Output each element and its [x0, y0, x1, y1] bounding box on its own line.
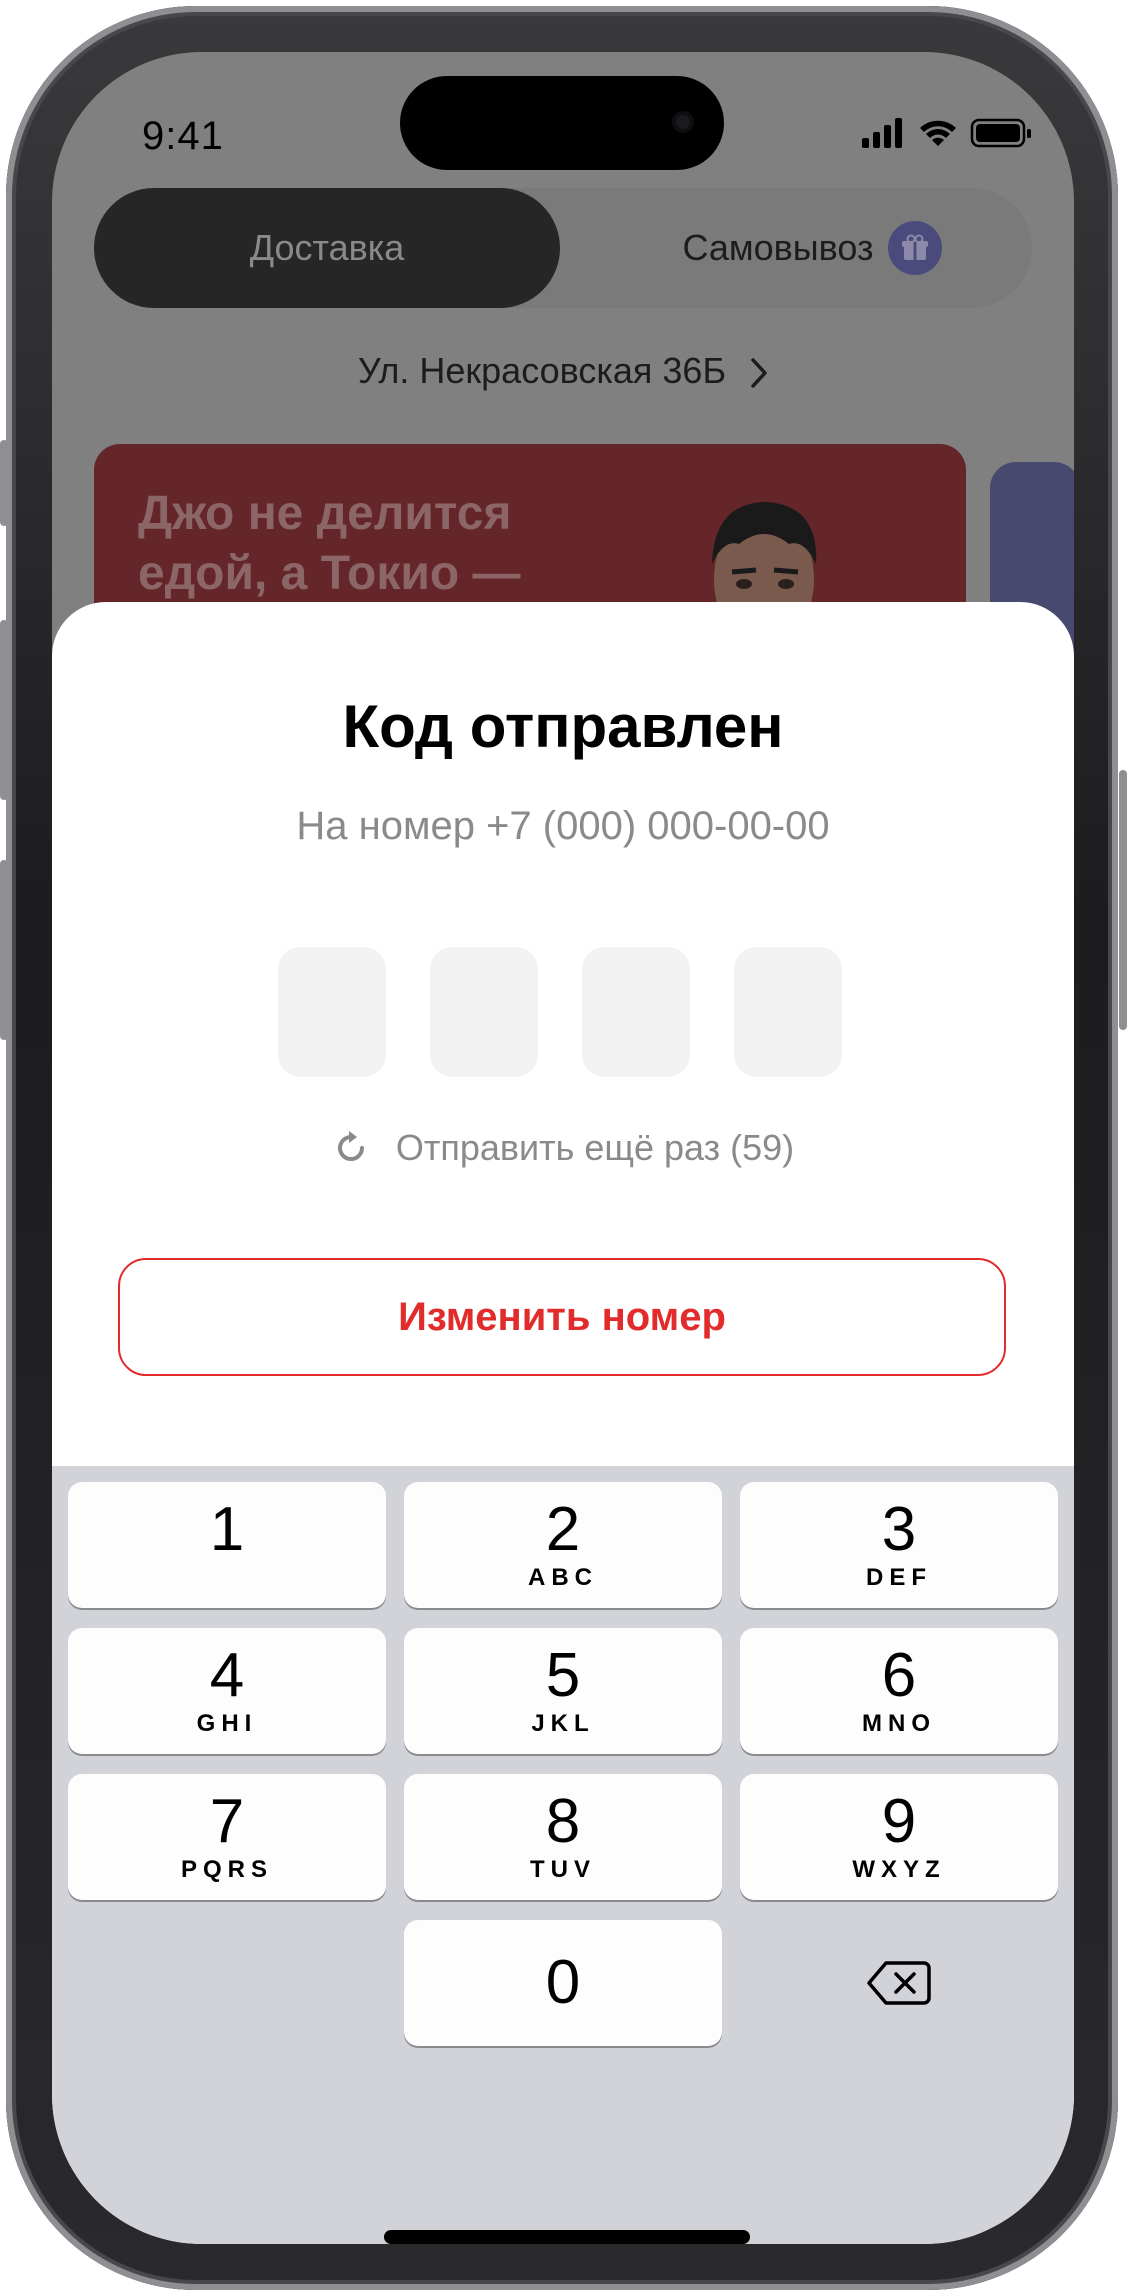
- key-letters: GHI: [196, 1710, 258, 1737]
- key-digit: 6: [881, 1641, 917, 1710]
- banner-text: Джо не делится едой, а Токио —: [138, 487, 521, 600]
- key-letters: JKL: [531, 1710, 595, 1737]
- refresh-icon: [337, 1131, 364, 1161]
- status-icons: [862, 118, 1031, 148]
- code-input-group: [278, 947, 842, 1077]
- key-digit: 7: [209, 1787, 245, 1856]
- delivery-tab[interactable]: Доставка: [94, 188, 560, 308]
- key-4[interactable]: 4 GHI: [68, 1628, 386, 1754]
- numeric-keypad: 1 2 ABC 3 DEF 4 GHI 5 JKL 6 MNO 7 PQRS 8 TUV 9W…: [52, 1466, 1074, 2244]
- resend-label: Отправить ещё раз (59): [395, 1127, 795, 1168]
- code-digit-2[interactable]: [430, 947, 538, 1077]
- side-button-power: [1119, 770, 1127, 1030]
- key-6[interactable]: 6 MNO: [740, 1628, 1058, 1754]
- key-0[interactable]: 0: [404, 1920, 722, 2046]
- code-digit-4[interactable]: [734, 947, 842, 1077]
- key-digit: 5: [545, 1641, 581, 1710]
- key-digit: 4: [209, 1641, 245, 1710]
- key-2[interactable]: 2 ABC: [404, 1482, 722, 1608]
- battery-icon: [970, 118, 1031, 148]
- key-letters: ABC: [528, 1564, 598, 1591]
- sheet-subtitle: На номер +7 (000) 000-00-00: [296, 804, 830, 848]
- key-letters: PQRS: [180, 1856, 273, 1883]
- code-digit-1[interactable]: [278, 947, 386, 1077]
- chevron-right-icon: [751, 358, 767, 389]
- key-digit: 0: [545, 1948, 581, 2017]
- address-label: Ул. Некрасовская 36Б: [357, 350, 727, 391]
- status-time: 9:41: [142, 114, 224, 158]
- key-1[interactable]: 1: [68, 1482, 386, 1608]
- dynamic-island: [400, 76, 724, 170]
- key-8[interactable]: 8 TUV: [404, 1774, 722, 1900]
- sheet-title: Код отправлен: [342, 693, 784, 760]
- key-letters: DEF: [866, 1564, 932, 1591]
- key-5[interactable]: 5 JKL: [404, 1628, 722, 1754]
- change-number-label: Изменить номер: [398, 1294, 726, 1339]
- backspace-icon: [867, 1961, 931, 2005]
- address-selector[interactable]: Ул. Некрасовская 36Б: [52, 350, 1074, 392]
- side-button-volume-down: [0, 860, 8, 1040]
- key-letters: MNO: [862, 1710, 936, 1737]
- gift-icon: [887, 221, 942, 275]
- key-letters: WXYZ: [852, 1856, 946, 1883]
- key-digit: 2: [545, 1495, 581, 1564]
- key-digit: 1: [209, 1495, 245, 1564]
- code-digit-3[interactable]: [582, 947, 690, 1077]
- pickup-tab[interactable]: Самовывоз: [592, 188, 1032, 308]
- key-letters: TUV: [530, 1856, 596, 1883]
- camera-icon: [672, 111, 694, 133]
- screen: 9:41 Доставка Самовывоз Ул. Некрасовская…: [52, 52, 1074, 2244]
- wifi-icon: [920, 120, 956, 146]
- key-9[interactable]: 9 WXYZ: [740, 1774, 1058, 1900]
- key-digit: 3: [881, 1495, 917, 1564]
- home-indicator: [384, 2230, 750, 2244]
- side-button-volume-up: [0, 620, 8, 800]
- signal-icon: [862, 118, 902, 148]
- key-digit: 9: [881, 1787, 917, 1856]
- side-button-action: [0, 440, 8, 526]
- backspace-key[interactable]: [740, 1920, 1058, 2046]
- key-digit: 8: [545, 1787, 581, 1856]
- key-3[interactable]: 3 DEF: [740, 1482, 1058, 1608]
- delivery-tab-label: Доставка: [249, 227, 405, 268]
- pickup-tab-label: Самовывоз: [682, 227, 874, 268]
- key-7[interactable]: 7 PQRS: [68, 1774, 386, 1900]
- change-number-button[interactable]: Изменить номер: [118, 1258, 1006, 1376]
- resend-code-button[interactable]: Отправить ещё раз (59): [52, 1127, 1074, 1169]
